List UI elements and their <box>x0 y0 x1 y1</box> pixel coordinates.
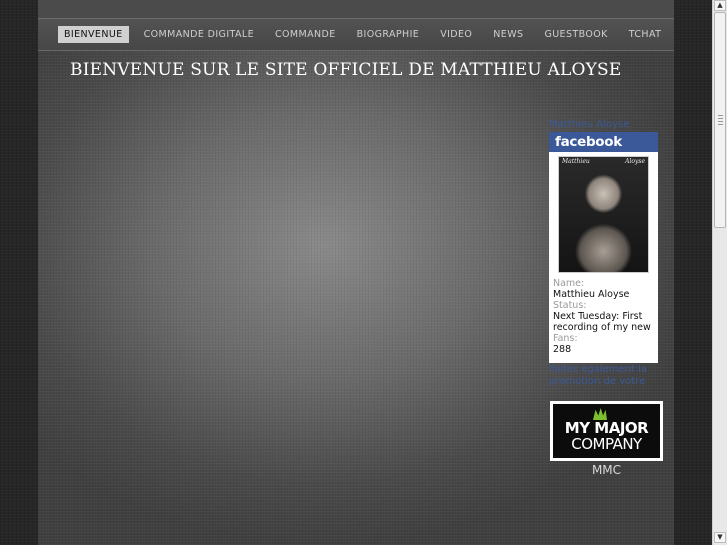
status-label: Status: <box>553 300 587 311</box>
facebook-logo: facebook <box>555 134 622 150</box>
top-bar <box>38 0 674 18</box>
fans-count: 288 <box>553 344 572 355</box>
nav-item-tchat[interactable]: TCHAT <box>629 29 662 40</box>
nav-item-commande-digitale[interactable]: COMMANDE DIGITALE <box>144 29 254 40</box>
nav-item-bienvenue[interactable]: BIENVENUE <box>58 26 129 43</box>
photo-caption-first: Matthieu <box>562 158 590 165</box>
status-value: Next Tuesday: First recording of my new … <box>553 311 651 333</box>
photo-caption-last: Aloyse <box>625 158 645 165</box>
nav-item-news[interactable]: NEWS <box>493 29 523 40</box>
page-title: BIENVENUE SUR LE SITE OFFICIEL DE MATTHI… <box>70 60 622 80</box>
nav-item-biographie[interactable]: BIOGRAPHIE <box>357 29 420 40</box>
arrow-up-icon[interactable]: ▲ <box>714 0 726 11</box>
vertical-scrollbar[interactable]: ▲ ▼ <box>712 0 727 545</box>
nav-item-video[interactable]: VIDEO <box>440 29 472 40</box>
facebook-logo-bar: facebook <box>549 132 658 152</box>
main-nav: BIENVENUE COMMANDE DIGITALE COMMANDE BIO… <box>38 18 674 51</box>
scroll-thumb[interactable] <box>714 12 726 228</box>
fans-label: Fans: <box>553 333 578 344</box>
promo-link[interactable]: Faites également la promotion de votre <box>549 364 661 388</box>
mmc-caption[interactable]: MMC <box>550 463 663 477</box>
name-value: Matthieu Aloyse <box>553 289 630 300</box>
nav-item-commande[interactable]: COMMANDE <box>275 29 336 40</box>
profile-photo[interactable]: Matthieu Aloyse <box>558 156 649 273</box>
grip-icon <box>718 115 723 127</box>
mmc-logo-line2: COMPANY <box>571 435 642 453</box>
facebook-info: Name: Matthieu Aloyse Status: Next Tuesd… <box>553 278 657 355</box>
browser-viewport: { "nav": { "items": [ {"label": "BIENVEN… <box>0 0 727 545</box>
nav-item-guestbook[interactable]: GUESTBOOK <box>544 29 607 40</box>
name-label: Name: <box>553 278 585 289</box>
facebook-page-link[interactable]: Matthieu Aloyse <box>549 119 629 130</box>
my-major-company-logo[interactable]: MY MAJOR COMPANY <box>550 401 663 461</box>
arrow-down-icon[interactable]: ▼ <box>714 532 726 543</box>
facebook-badge[interactable]: facebook Matthieu Aloyse Name: Matthieu … <box>549 132 658 363</box>
